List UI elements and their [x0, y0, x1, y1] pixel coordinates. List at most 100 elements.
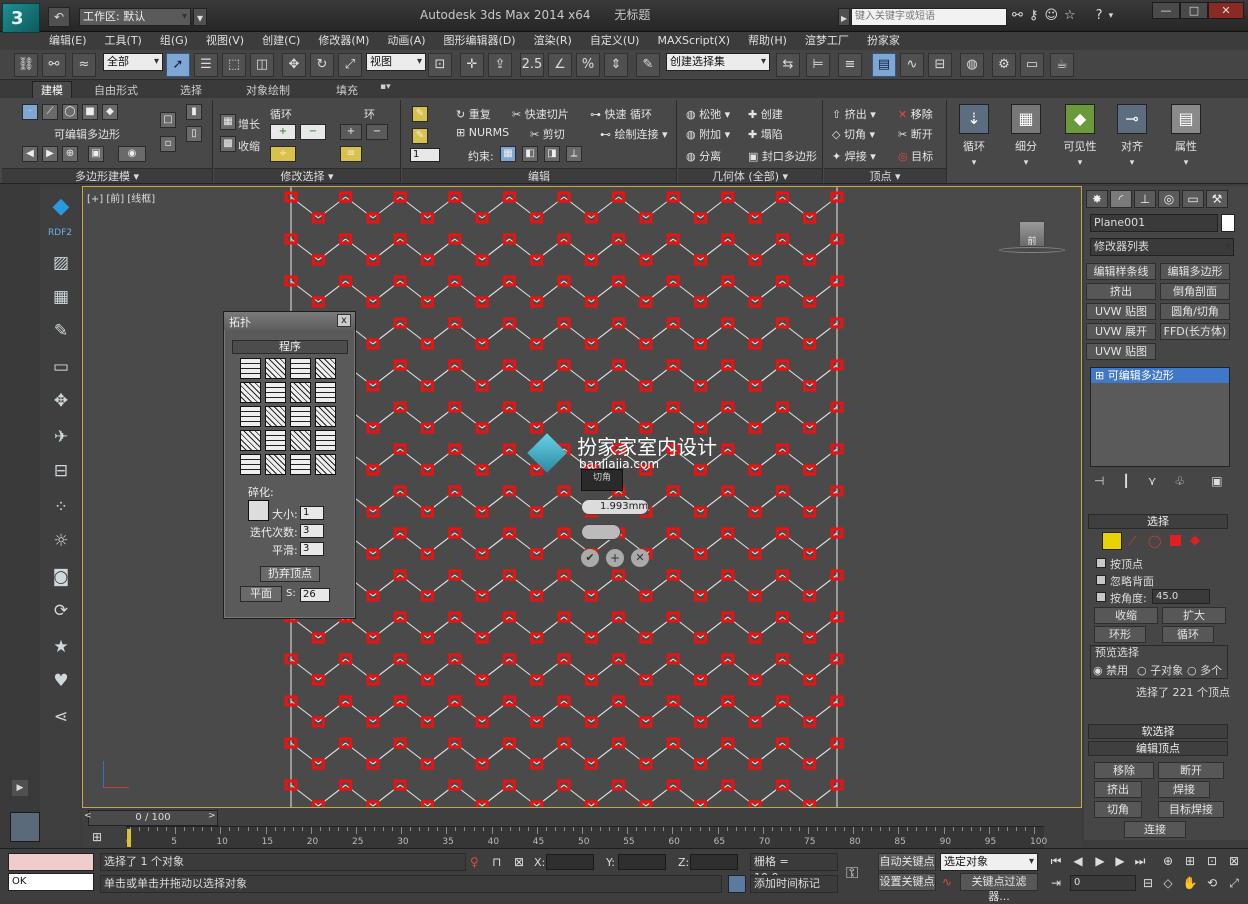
- smooth-spinner[interactable]: 3: [300, 542, 324, 556]
- undo-button[interactable]: ↶: [48, 7, 70, 27]
- collapse-stack-icon[interactable]: ▣: [88, 146, 104, 162]
- caddy-ok-icon[interactable]: ✔: [581, 549, 599, 567]
- select-manipulate-icon[interactable]: ✛: [460, 53, 484, 77]
- x-coordinate-field[interactable]: [546, 854, 594, 870]
- display-tab-icon[interactable]: ▭: [1182, 190, 1204, 208]
- ribbon-options-icon[interactable]: ▪▾: [380, 82, 391, 92]
- star-icon[interactable]: ★: [50, 636, 72, 658]
- tab-modeling[interactable]: 建模: [32, 81, 72, 98]
- topology-dialog[interactable]: 拓扑 x 程序 碎化: 大小: 1 迭代次数: 3 平滑: 3 扔弃顶点 平面 …: [223, 311, 356, 619]
- key-filters-button[interactable]: 关键点过滤器...: [960, 873, 1038, 903]
- size-spinner[interactable]: 1: [300, 506, 324, 520]
- add-time-tag[interactable]: 添加时间标记: [750, 875, 838, 893]
- move-arrows-icon[interactable]: ✥: [50, 390, 72, 412]
- set-key-button[interactable]: 设置关键点: [878, 873, 936, 891]
- set-key-large-icon[interactable]: ⚿: [846, 863, 858, 883]
- spinner-snap-icon[interactable]: ⇕: [604, 53, 628, 77]
- caddy-apply-icon[interactable]: +: [606, 549, 624, 567]
- configure-sets-icon[interactable]: ▣: [1211, 474, 1222, 488]
- window-crossing-icon[interactable]: ◫: [250, 53, 274, 77]
- remove-button[interactable]: ✕ 移除: [898, 106, 933, 122]
- menu-maxscript[interactable]: MAXScript(X): [648, 32, 739, 50]
- edge-subobject-icon[interactable]: ⟋: [1128, 534, 1136, 549]
- topology-pattern-button[interactable]: [315, 454, 336, 475]
- attach-button[interactable]: ◍ 附加 ▾: [686, 126, 730, 142]
- topology-pattern-button[interactable]: [240, 454, 261, 475]
- topology-title[interactable]: 拓扑: [224, 312, 355, 330]
- menu-tools[interactable]: 工具(T): [96, 32, 151, 50]
- visibility-big-button[interactable]: ◆ 可见性 ▾: [1056, 102, 1104, 180]
- mod-edit-poly-button[interactable]: 编辑多边形: [1160, 263, 1230, 280]
- plane-icon[interactable]: ✈: [50, 426, 72, 448]
- mod-uvw-map-button[interactable]: UVW 贴图: [1086, 303, 1156, 320]
- shrink-selection-button[interactable]: 收缩: [1094, 607, 1158, 624]
- panel-modify-selection[interactable]: 修改选择 ▾: [214, 168, 400, 183]
- menu-modifiers[interactable]: 修改器(M): [309, 32, 378, 50]
- discard-vertices-button[interactable]: 扔弃顶点: [260, 566, 320, 582]
- chamfer-amount-field[interactable]: 1.993mm: [581, 499, 649, 515]
- topology-pattern-button[interactable]: [290, 406, 311, 427]
- mod-uvw-map-2-button[interactable]: UVW 贴图: [1086, 343, 1156, 360]
- ring-label[interactable]: 环: [364, 106, 375, 122]
- link-icon[interactable]: ⛓: [14, 53, 38, 77]
- panel-polygon-modeling[interactable]: 多边形建模 ▾: [2, 168, 212, 183]
- zoom-icon[interactable]: ⊕: [1160, 853, 1176, 869]
- constraint-normal-icon[interactable]: ⟂: [566, 146, 582, 162]
- pan-icon[interactable]: ✋: [1182, 875, 1198, 891]
- loop-grow-icon[interactable]: +: [270, 124, 296, 140]
- time-config-icon[interactable]: ⊟: [1140, 875, 1156, 891]
- bind-spacewarp-icon[interactable]: ≈: [72, 53, 96, 77]
- mini-viewport-button[interactable]: [10, 812, 40, 842]
- isolate-icon[interactable]: ♀: [470, 855, 479, 869]
- zoom-extents-all-icon[interactable]: ⊠: [1226, 853, 1242, 869]
- schematic-view-icon[interactable]: ⊟: [928, 53, 952, 77]
- topology-pattern-button[interactable]: [240, 430, 261, 451]
- mod-ffd-box-button[interactable]: FFD(长方体): [1160, 323, 1230, 340]
- maxscript-listener[interactable]: OK: [8, 873, 94, 891]
- zoom-all-icon[interactable]: ⊞: [1182, 853, 1198, 869]
- track-bar-ruler[interactable]: 0510152025303540455055606570758085909510…: [126, 826, 1047, 848]
- render-setup-icon[interactable]: ⚙: [992, 53, 1016, 77]
- motion-tab-icon[interactable]: ◎: [1158, 190, 1180, 208]
- cap-poly-button[interactable]: ▣ 封口多边形: [748, 148, 817, 164]
- dots-icon[interactable]: ⁘: [50, 496, 72, 518]
- align-icon[interactable]: ⊨: [806, 53, 830, 77]
- binoculars-icon[interactable]: ⚯: [1012, 8, 1023, 23]
- key-icon[interactable]: ⚷: [1029, 8, 1039, 23]
- scale-icon[interactable]: ⤢: [338, 53, 362, 77]
- close-button[interactable]: ✕: [1208, 2, 1244, 19]
- search-input[interactable]: 键入关键字或短语: [851, 8, 1007, 26]
- panel-vertices[interactable]: 顶点 ▾: [824, 168, 946, 183]
- tessellate-icon[interactable]: [248, 500, 269, 521]
- time-slider[interactable]: 0 / 100: [88, 810, 218, 826]
- element-mode-icon[interactable]: ◆: [102, 104, 118, 120]
- modify-tab-icon[interactable]: ◜: [1110, 190, 1132, 208]
- play-icon[interactable]: ▶: [1092, 853, 1108, 869]
- extrude-button[interactable]: ⇧ 挤出 ▾: [832, 106, 876, 122]
- edit-icon[interactable]: ✎: [50, 320, 72, 342]
- zoom-extents-icon[interactable]: ⊡: [1204, 853, 1220, 869]
- grow-selection-button[interactable]: 扩大: [1162, 607, 1226, 624]
- render-teapot-icon[interactable]: ☕: [1050, 53, 1074, 77]
- topology-pattern-button[interactable]: [315, 430, 336, 451]
- object-color-swatch[interactable]: [1221, 214, 1235, 232]
- maxscript-listener-red[interactable]: [8, 853, 94, 871]
- heart-icon[interactable]: ♥: [50, 670, 72, 692]
- rect-selection-icon[interactable]: ⬚: [222, 53, 246, 77]
- ring-grow-icon[interactable]: +: [340, 124, 362, 140]
- curve-editor-icon[interactable]: ∿: [900, 53, 924, 77]
- modifier-list-dropdown[interactable]: 修改器列表: [1090, 238, 1234, 256]
- make-unique-icon[interactable]: ⋎: [1148, 474, 1157, 488]
- key-mode-icon[interactable]: ⇥: [1048, 875, 1064, 891]
- users-icon[interactable]: ☺: [1044, 8, 1058, 23]
- preview-subobject-radio[interactable]: ○ 子对象: [1137, 662, 1183, 678]
- named-selection-dropdown[interactable]: 创建选择集: [666, 53, 770, 71]
- y-coordinate-field[interactable]: [618, 854, 666, 870]
- grow-icon[interactable]: ▦: [220, 114, 236, 130]
- graphite-toggle-icon[interactable]: ▤: [872, 53, 896, 77]
- border-mode-icon[interactable]: ◯: [62, 104, 78, 120]
- relax-button[interactable]: ◍ 松弛 ▾: [686, 106, 730, 122]
- edit-named-selection-icon[interactable]: ✎: [636, 53, 660, 77]
- select-object-icon[interactable]: ➚: [166, 53, 190, 77]
- percent-snap-icon[interactable]: %: [576, 53, 600, 77]
